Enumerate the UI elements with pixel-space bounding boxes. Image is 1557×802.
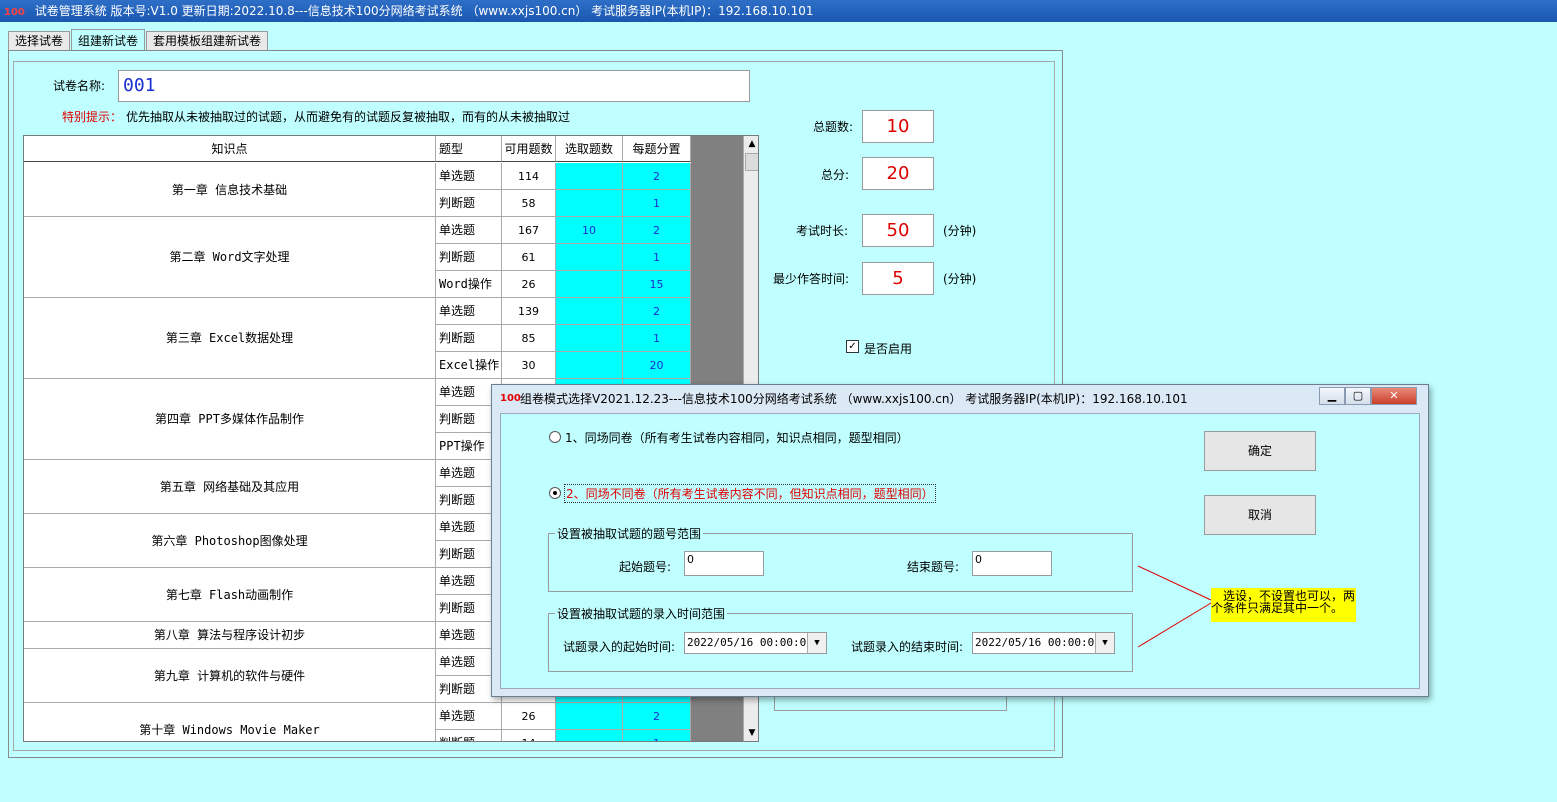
note-line-2: 个条件只满足其中一个。 — [1211, 601, 1344, 615]
annotation-line-lower — [1137, 602, 1212, 648]
note-box: 选设，不设置也可以，两 个条件只满足其中一个。 — [1211, 588, 1356, 622]
annotation-lines — [1137, 565, 1212, 648]
annotation-line-upper — [1137, 565, 1212, 601]
